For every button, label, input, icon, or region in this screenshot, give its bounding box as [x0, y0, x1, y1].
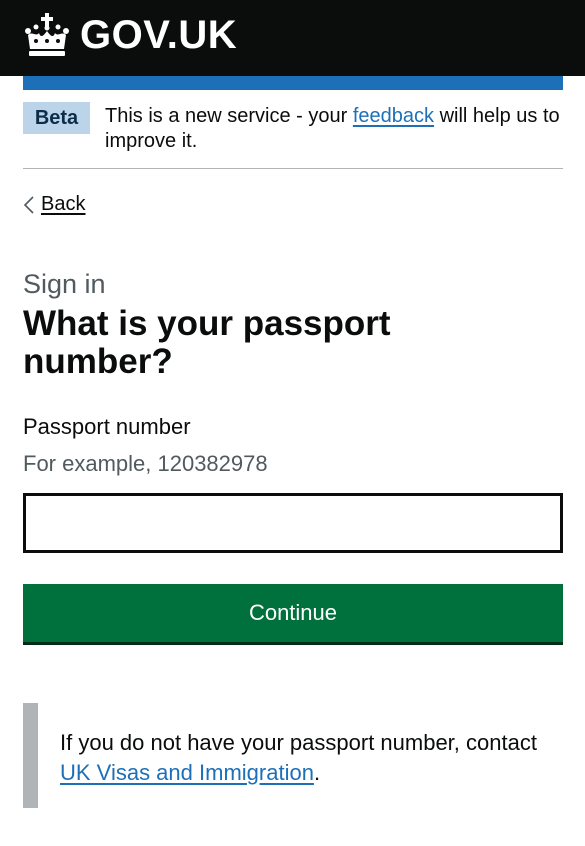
site-header: GOV.UK — [0, 0, 585, 76]
phase-tag: Beta — [23, 102, 90, 134]
passport-number-label: Passport number — [23, 414, 191, 439]
crown-icon — [25, 13, 69, 56]
phase-banner-text: This is a new service - your feedback wi… — [105, 104, 565, 154]
phase-banner: Beta This is a new service - your feedba… — [23, 90, 563, 169]
phase-text-before: This is a new service - your — [105, 105, 353, 127]
header-accent-bar — [23, 76, 563, 90]
passport-number-hint: For example, 120382978 — [23, 451, 268, 476]
uk-visas-link[interactable]: UK Visas and Immigration — [60, 760, 314, 785]
back-link[interactable]: Back — [23, 192, 85, 217]
logo-text: GOV.UK — [80, 13, 238, 57]
chevron-left-icon — [23, 195, 34, 214]
passport-number-input[interactable] — [23, 493, 563, 553]
back-link-label: Back — [41, 193, 86, 215]
inset-paragraph: If you do not have your passport number,… — [60, 728, 540, 788]
feedback-link[interactable]: feedback — [353, 105, 434, 127]
inset-text-before: If you do not have your passport number,… — [60, 730, 537, 755]
page-caption: Sign in — [23, 269, 106, 299]
govuk-logo-link[interactable]: GOV.UK — [22, 10, 237, 60]
page-title: What is your passport number? — [23, 304, 391, 381]
inset-text-after: . — [313, 760, 321, 785]
continue-button[interactable]: Continue — [23, 584, 563, 642]
inset-text: If you do not have your passport number,… — [23, 703, 563, 808]
